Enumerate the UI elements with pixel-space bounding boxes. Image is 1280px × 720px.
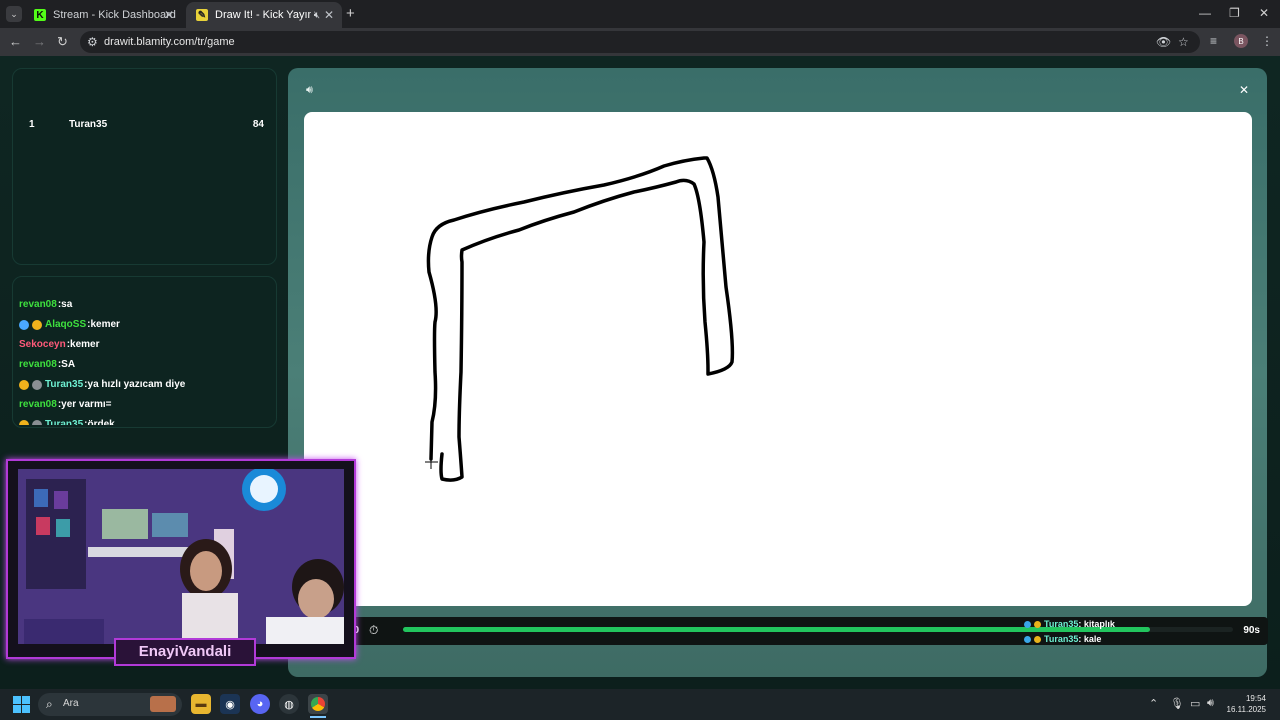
guess-user: Turan35	[1044, 619, 1079, 629]
rank: 1	[29, 119, 35, 130]
chat-username[interactable]: revan08	[19, 399, 57, 410]
mute-tab-icon[interactable]: 🔇︎	[314, 10, 320, 21]
search-highlight-icon	[150, 696, 176, 712]
search-placeholder: Ara	[63, 698, 79, 709]
gray-badge-icon	[32, 379, 42, 390]
file-explorer-icon[interactable]: ▬	[191, 694, 211, 714]
chat-username[interactable]: revan08	[19, 359, 57, 370]
address-bar[interactable]: ⚙︎ drawit.blamity.com/tr/game 👁︎ ☆	[80, 31, 1200, 53]
site-info-icon[interactable]: ⚙︎	[87, 35, 98, 49]
browser-toolbar: ← → ↻ ⚙︎ drawit.blamity.com/tr/game 👁︎ ☆…	[0, 28, 1280, 56]
discord-icon[interactable]: ◕	[250, 694, 270, 714]
chat-message: revan08:SA	[19, 359, 75, 370]
steam-icon[interactable]: ◉	[220, 694, 240, 714]
chat-text: :SA	[57, 359, 76, 370]
active-app-indicator	[310, 716, 326, 718]
clock-time: 19:54	[1245, 694, 1266, 703]
gold-badge-icon	[32, 319, 42, 330]
tab-close-icon[interactable]: ✕	[324, 8, 334, 22]
draw-it-icon: ✎	[196, 9, 208, 21]
chrome-icon[interactable]	[308, 694, 328, 714]
streamer-name: EnayiVandali	[114, 638, 256, 666]
browser-tab-strip: ⌄ K Stream - Kick Dashboard ✕ ✎ Draw It!…	[0, 0, 1280, 28]
timer-bar: 90 ⏱︎ 90s	[304, 617, 1268, 645]
score: 84	[252, 119, 264, 130]
chat-text: :kemer	[87, 319, 120, 330]
back-icon[interactable]: ←	[9, 34, 22, 49]
timer-end: 90s	[1243, 625, 1260, 636]
drawing-canvas[interactable]	[304, 112, 1252, 606]
chat-username[interactable]: revan08	[19, 299, 57, 310]
guess-item: Turan35 : kale	[1024, 634, 1101, 644]
webcam-feed	[18, 469, 344, 644]
close-game-icon[interactable]: ✕	[1239, 83, 1249, 97]
gold-badge-icon	[1034, 635, 1041, 643]
microphone-icon[interactable]: 🎙︎	[1170, 697, 1184, 710]
guess-badge-icon	[1024, 635, 1031, 643]
profile-avatar[interactable]: B	[1234, 34, 1248, 48]
tab-title: Stream - Kick Dashboard	[53, 9, 176, 21]
chat-username[interactable]: Turan35	[45, 379, 83, 390]
reload-icon[interactable]: ↻	[57, 34, 68, 50]
chat-text: :sa	[57, 299, 73, 310]
gold-badge-icon	[1034, 620, 1041, 628]
forward-icon[interactable]: →	[33, 34, 46, 49]
drawing-stroke	[425, 156, 735, 482]
chat-text: :ya hızlı yazıcam diye	[84, 379, 186, 390]
stopwatch-icon: ⏱︎	[369, 623, 379, 637]
guess-badge-icon	[1024, 620, 1031, 628]
menu-icon[interactable]: ⋮	[1261, 34, 1273, 48]
kick-icon: K	[34, 9, 46, 21]
chat-message: revan08:yer varmı=	[19, 399, 111, 410]
chat-text: :yer varmı=	[57, 399, 112, 410]
chat-text: :kemer	[66, 339, 100, 350]
guess-text: : kitaplık	[1078, 619, 1115, 629]
guess-user: Turan35	[1044, 634, 1079, 644]
tracking-blocked-icon[interactable]: 👁︎	[1156, 35, 1171, 49]
minimize-icon[interactable]: —	[1199, 6, 1211, 20]
chat-message: revan08:sa	[19, 299, 72, 310]
player-name: Turan35	[69, 119, 108, 130]
bookmark-star-icon[interactable]: ☆	[1178, 35, 1189, 49]
media-control-icon[interactable]: ≡	[1210, 34, 1217, 48]
new-tab-button[interactable]: +	[346, 5, 355, 22]
tab-draw-it[interactable]: ✎ Draw It! - Kick Yayınları İçin 🔇︎ ✕	[186, 2, 342, 28]
clock-date: 16.11.2025	[1226, 705, 1266, 714]
display-icon[interactable]: ▭	[1190, 697, 1200, 710]
sound-icon[interactable]: 🔊︎	[306, 84, 313, 97]
search-icon: ⌕	[46, 697, 53, 711]
system-clock[interactable]: 19:54 16.11.2025	[1227, 693, 1266, 715]
tab-stream-dashboard[interactable]: K Stream - Kick Dashboard ✕	[24, 2, 182, 28]
taskbar-search[interactable]: ⌕ Ara	[38, 693, 182, 716]
url-text: drawit.blamity.com/tr/game	[104, 36, 235, 48]
leaderboard-panel: 1 Turan35 84	[12, 68, 277, 265]
chat-message: AlaqoSS:kemer	[19, 319, 120, 330]
guess-text: : kale	[1078, 634, 1102, 644]
chat-username[interactable]: AlaqoSS	[45, 319, 86, 330]
gold-badge-icon	[19, 379, 29, 390]
tab-close-icon[interactable]: ✕	[164, 8, 174, 22]
tab-search-button[interactable]: ⌄	[6, 6, 22, 22]
sword-badge-icon	[19, 319, 29, 330]
chat-message: Sekoceyn:kemer	[19, 339, 100, 350]
restore-icon[interactable]: ❐	[1229, 6, 1240, 20]
tab-title: Draw It! - Kick Yayınları İçin	[215, 9, 311, 21]
windows-start-icon[interactable]	[13, 696, 30, 713]
obs-icon[interactable]: ◍	[279, 694, 299, 714]
webcam-overlay: EnayiVandali	[6, 459, 356, 666]
chat-message: Turan35:ya hızlı yazıcam diye	[19, 379, 185, 390]
chat-username[interactable]: Sekoceyn	[19, 339, 66, 350]
taskbar: ⌕ Ara ▬ ◉ ◕ ◍ ⌃ 🎙︎ ▭ 🔊︎ 19:54 16.11.2025	[0, 689, 1280, 720]
volume-icon[interactable]: 🔊︎	[1207, 697, 1214, 710]
tray-chevron-icon[interactable]: ⌃	[1149, 697, 1158, 710]
close-window-icon[interactable]: ✕	[1259, 6, 1269, 20]
guess-item: Turan35 : kitaplık	[1024, 619, 1115, 629]
game-panel: 🔊︎ ✕ 90 ⏱︎ 90s Turan35 : kitaplık	[288, 68, 1268, 677]
